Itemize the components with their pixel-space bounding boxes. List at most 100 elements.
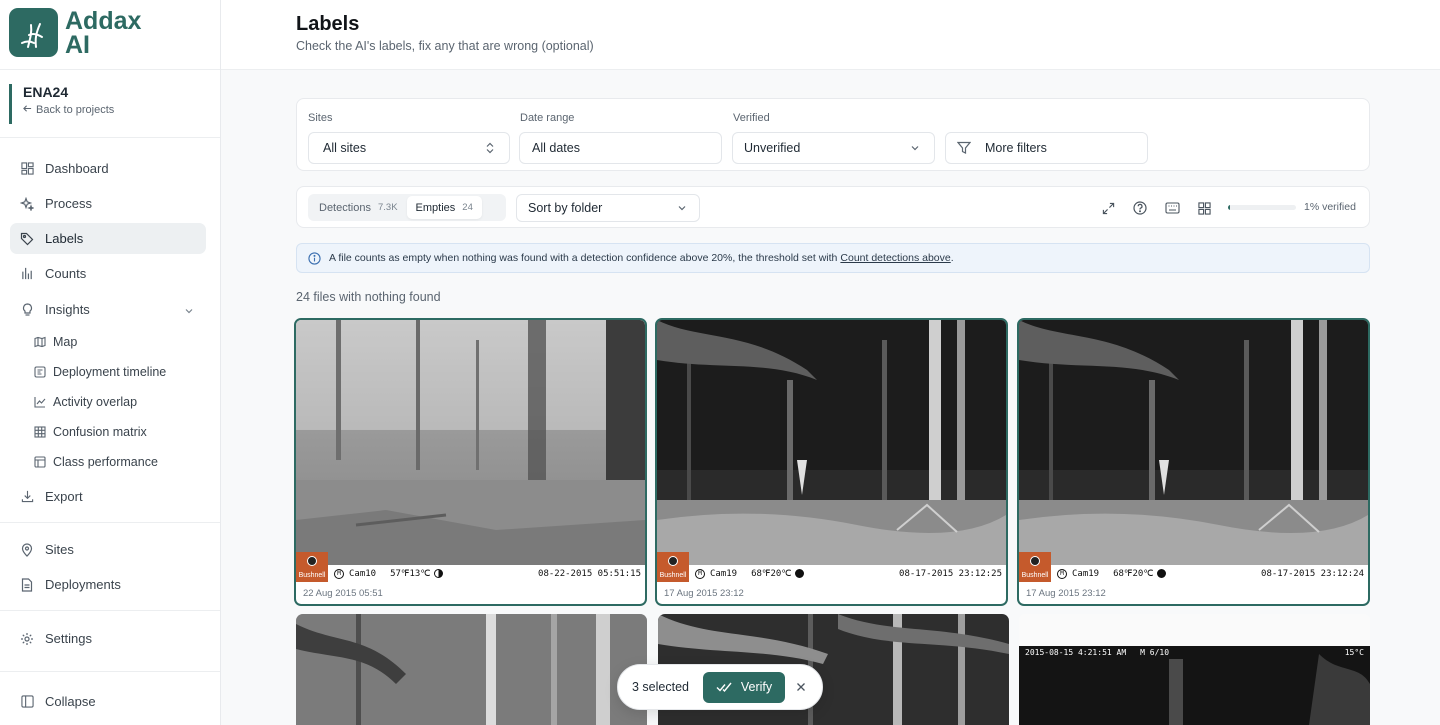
image-card[interactable]: Bushnell M Cam19 68℉20℃ 08-17-2015 23:12… [1017,318,1370,606]
dashboard-icon [20,162,34,176]
file-icon [20,577,34,592]
image-card[interactable]: Bushnell M Cam10 57℉13℃ 08-22-2015 05:51… [294,318,647,606]
nav-settings[interactable]: Settings [10,623,206,654]
nav-confusion-matrix[interactable]: Confusion matrix [34,422,147,442]
verify-button-label: Verify [740,680,773,694]
bushnell-logo: Bushnell [296,552,328,582]
nav-labels-label: Labels [45,231,84,246]
temperature: 57℉13℃ [390,568,431,579]
verification-progress-fill [1228,205,1231,210]
nav-settings-label: Settings [45,631,92,646]
nav-sites[interactable]: Sites [10,534,206,565]
back-to-projects-link[interactable]: Back to projects [23,104,114,116]
close-icon[interactable] [796,682,806,692]
nav-class-performance[interactable]: Class performance [34,452,158,472]
more-filters-button[interactable]: More filters [945,132,1148,164]
filters-panel: Sites All sites Date range All dates Ver… [296,98,1370,171]
nav-deployments-label: Deployments [45,577,121,592]
card-date-caption: 17 Aug 2015 23:12 [1026,588,1106,599]
filter-funnel-icon [957,141,971,155]
temperature: 15°C [1344,647,1364,657]
camera-trap-photo [1019,614,1370,725]
mode-indicator: M 6/10 [1140,647,1170,657]
sites-select[interactable]: All sites [308,132,510,164]
sparkles-icon [20,196,34,211]
selection-action-bar: 3 selected Verify [617,664,823,710]
photo-timestamp: 08-17-2015 23:12:24 [1261,568,1364,579]
chevron-down-icon [184,304,194,319]
nav-export-label: Export [45,489,83,504]
nav-counts-label: Counts [45,266,87,281]
count-detections-above-link[interactable]: Count detections above [840,252,950,264]
app-logo[interactable]: Addax AI [9,8,141,57]
results-toolbar: Detections 7.3K Empties 24 Sort by folde… [296,186,1370,228]
card-date-caption: 17 Aug 2015 23:12 [664,588,744,599]
nav-counts[interactable]: Counts [10,258,206,289]
info-banner-text: A file counts as empty when nothing was … [329,252,838,264]
nav-process[interactable]: Process [10,188,206,219]
sidebar: Addax AI ENA24 Back to projects Dashboar… [0,0,221,725]
nav-map-label: Map [53,335,78,349]
mode-indicator: M [334,568,344,579]
camera-stamp: 2015-08-15 4:21:51 AM M 6/10 15°C [1019,646,1370,658]
grid-view-icon[interactable] [1196,200,1212,216]
verified-select-value: Unverified [744,141,801,155]
project-name: ENA24 [23,84,69,100]
nav-insights[interactable]: Insights [10,294,206,325]
image-card[interactable]: Bushnell M Cam19 68℉20℃ 08-17-2015 23:12… [655,318,1008,606]
divider [0,137,220,138]
tab-empties[interactable]: Empties 24 [406,196,482,219]
mode-indicator: M [1057,568,1067,579]
chevron-up-down-icon [485,142,495,157]
page-header: Labels Check the AI's labels, fix any th… [221,0,1440,70]
nav-labels[interactable]: Labels [10,223,206,254]
selected-count: 3 selected [632,680,689,694]
addax-logo-icon [9,8,58,57]
table-icon [34,456,46,468]
sort-select-value: Sort by folder [528,201,603,215]
verify-button[interactable]: Verify [702,671,785,703]
help-icon[interactable] [1132,200,1148,216]
info-banner-end: . [950,252,954,264]
nav-confusion-matrix-label: Confusion matrix [53,425,147,439]
date-range-select[interactable]: All dates [519,132,722,164]
info-icon [308,251,321,265]
empties-count-badge: 24 [462,202,473,213]
moon-phase-icon [434,569,444,578]
camera-trap-photo [657,320,1006,565]
logo-line-2: AI [65,30,90,59]
date-range-label: Date range [520,112,575,124]
keyboard-icon[interactable] [1164,200,1180,216]
expand-icon[interactable] [1100,200,1116,216]
image-card[interactable]: 2015-08-15 4:21:51 AM M 6/10 15°C [1019,614,1370,725]
nav-dashboard[interactable]: Dashboard [10,153,206,184]
nav-map[interactable]: Map [34,332,77,352]
nav-export[interactable]: Export [10,481,206,512]
gear-icon [20,632,34,646]
divider [0,610,220,611]
card-date-caption: 22 Aug 2015 05:51 [303,588,383,599]
nav-sites-label: Sites [45,542,74,557]
temperature: 68℉20℃ [751,568,792,579]
tab-detections[interactable]: Detections 7.3K [310,196,407,219]
sites-filter-label: Sites [308,112,333,124]
moon-phase-icon [795,569,805,578]
collapse-label: Collapse [45,694,96,709]
mode-indicator: M [695,568,705,579]
nav-dashboard-label: Dashboard [45,161,109,176]
chevron-down-icon [677,202,687,216]
image-card[interactable] [296,614,647,725]
grid-icon [34,426,46,438]
camera-stamp: Bushnell M Cam10 57℉13℃ 08-22-2015 05:51… [296,552,645,582]
project-switcher: ENA24 Back to projects [9,84,114,124]
verified-select[interactable]: Unverified [732,132,935,164]
nav-deployments[interactable]: Deployments [10,569,206,600]
collapse-button[interactable]: Collapse [10,686,206,717]
bar-chart-icon [20,267,34,281]
nav-activity-overlap[interactable]: Activity overlap [34,392,137,412]
verification-progress-bar [1228,205,1296,210]
nav-class-performance-label: Class performance [53,455,158,469]
sort-select[interactable]: Sort by folder [516,194,700,222]
nav-deployment-timeline[interactable]: Deployment timeline [34,362,166,382]
map-icon [34,336,46,348]
